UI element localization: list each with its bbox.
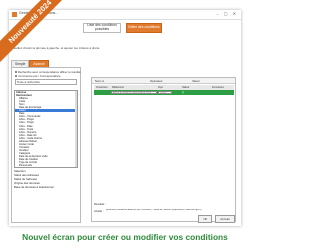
radio-option[interactable]: Commence par / Correspondance (12, 74, 80, 78)
radio-label: Commence par / Correspondance (18, 74, 61, 78)
dialog-buttons: OK Annuler (198, 215, 235, 223)
tree-scrollbar[interactable] (75, 91, 77, 167)
header-col: Valeur (192, 79, 200, 83)
search-input[interactable]: Texte à rechercher (15, 79, 77, 85)
app-icon (12, 12, 17, 17)
grid-col: Valeur (182, 86, 190, 89)
header-col: Nom ré (95, 79, 105, 83)
result-label: Résultat : (94, 202, 106, 206)
grid-col: Ouverture (96, 86, 108, 89)
field-tree[interactable]: Adresse Interlocuteur Affaires Code Nom Date … (14, 90, 78, 168)
grid-col: Référence (112, 86, 124, 89)
condition-value[interactable]: [] (182, 91, 183, 94)
grid-col: Ops (158, 86, 163, 89)
header-col: Opérateur (150, 79, 163, 83)
condition-row[interactable]: Statut de l'adresse (Equivalent non) éga… (94, 90, 234, 95)
origin-value: Base de données à sélectionner (14, 185, 54, 189)
conditions-panel: Nom ré Opérateur Valeur Ouverture Référe… (91, 77, 236, 222)
instruction-text: Veuillez choisir la donnée à gauche, et … (12, 46, 100, 50)
dialog-window: Gestion des conditions... – ▢ ✕ Liste de… (9, 10, 241, 226)
caption-text: Nouvel écran pour créer ou modifier vos … (22, 232, 228, 242)
tree-item[interactable]: Personnels (15, 164, 77, 167)
field-selection-panel: Recherche avec correspondance affiner le… (11, 67, 81, 223)
edit-conditions-button[interactable]: Editer des conditions (126, 23, 162, 33)
tab-simple[interactable]: Simple (11, 60, 30, 67)
radio-dot (15, 74, 18, 78)
condition-field[interactable]: Statut de l'adresse (Equivalent non) (111, 90, 157, 94)
window-controls[interactable]: – ▢ ✕ (216, 11, 238, 16)
list-conditions-button[interactable]: Liste des conditions possibles (83, 23, 121, 33)
mode-tabs: Simple Avancé (11, 60, 49, 67)
cancel-button[interactable]: Annuler (215, 215, 235, 223)
ok-button[interactable]: OK (198, 215, 213, 223)
radio-dot (15, 70, 17, 74)
grid-col: Fermeture (212, 86, 224, 89)
tab-advanced[interactable]: Avancé (29, 60, 49, 67)
conditions-header: Nom ré Opérateur Valeur (92, 78, 235, 84)
caption-label: Libellé : (94, 209, 104, 213)
caption-value: [Référence conditions Adresses] de Perso… (106, 209, 203, 211)
condition-operator[interactable]: égal à (158, 90, 172, 94)
